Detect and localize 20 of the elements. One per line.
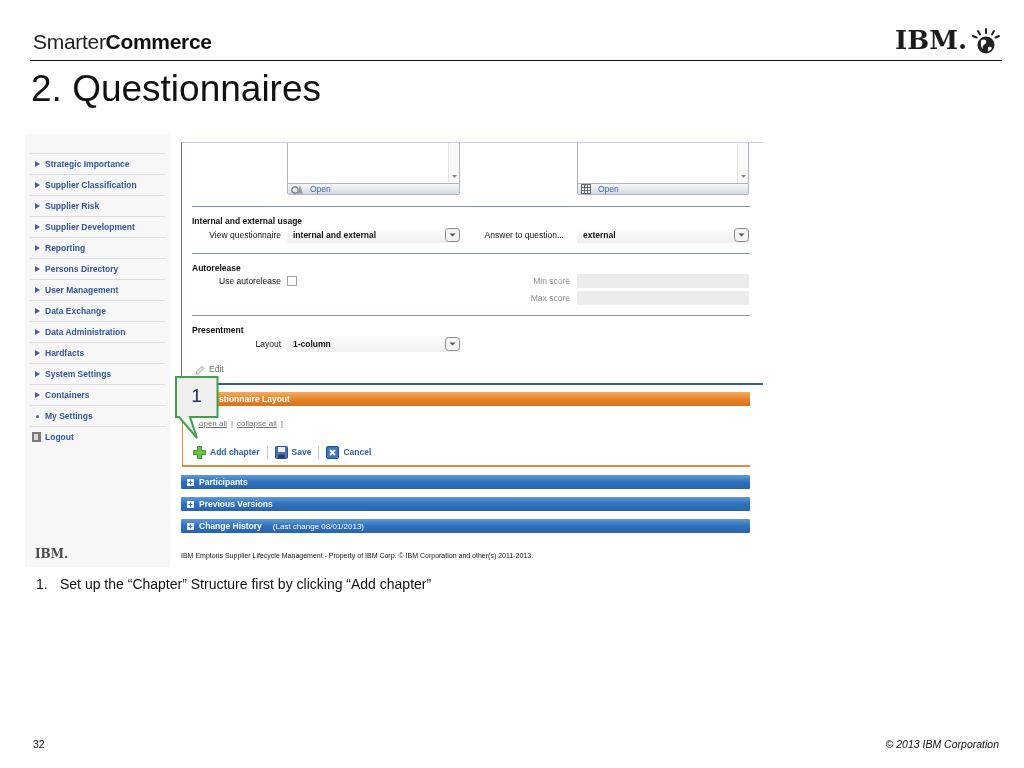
field-label: Answer to question...	[484, 229, 565, 241]
field-label: View questionnaire	[209, 229, 282, 241]
ibm-logo: IBM.	[895, 26, 967, 54]
checkbox-label: Use autorelease	[219, 275, 282, 287]
list-number: 1.	[36, 576, 49, 593]
field-label: Layout	[255, 338, 282, 350]
section-heading: Internal and external usage	[192, 215, 303, 227]
link-separator: |	[231, 418, 234, 430]
ibm-logo: IBM.	[35, 547, 69, 561]
note-text: Set up the “Chapter” Structure first by clicking “Add chapter”	[60, 576, 432, 593]
last-change-note: (Last change 08/01/2013)	[272, 521, 364, 531]
page-number: 32	[33, 738, 45, 750]
section-heading: Presentment	[192, 324, 244, 336]
bracket: ]	[280, 418, 283, 430]
field-label: Max score	[530, 292, 571, 304]
slide-title: 2. Questionnaires	[31, 68, 321, 110]
field-label: Min score	[533, 275, 571, 287]
brand-logo: SmarterCommerce	[33, 30, 212, 54]
section-heading: Autorelease	[192, 262, 241, 274]
copyright-text: © 2013 IBM Corporation	[885, 738, 999, 750]
